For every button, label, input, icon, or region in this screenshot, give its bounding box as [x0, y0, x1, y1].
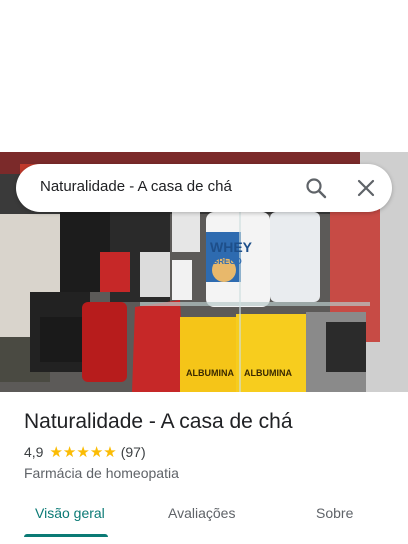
- star-rating: ★ ★ ★ ★ ★: [49, 445, 116, 460]
- tab-reviews[interactable]: Avaliações: [168, 505, 235, 521]
- close-icon[interactable]: [354, 176, 378, 200]
- product-label-albumina-2: ALBUMINA: [244, 368, 292, 378]
- product-label-albumina-1: ALBUMINA: [186, 368, 234, 378]
- place-category[interactable]: Farmácia de homeopatia: [24, 465, 179, 481]
- rating-value: 4,9: [24, 444, 44, 460]
- product-label-whey: WHEY: [210, 239, 253, 255]
- star-icon: ★: [89, 443, 104, 461]
- search-input[interactable]: Naturalidade - A casa de chá: [40, 178, 232, 195]
- star-icon: ★: [76, 443, 90, 461]
- search-bar[interactable]: Naturalidade - A casa de chá: [16, 164, 392, 212]
- place-title: Naturalidade - A casa de chá: [24, 410, 293, 433]
- tab-bar: Visão geral Avaliações Sobre: [0, 498, 408, 538]
- active-tab-indicator: [24, 534, 108, 537]
- star-icon: ★: [49, 443, 63, 461]
- search-icon[interactable]: [304, 176, 328, 200]
- star-icon: ★: [62, 443, 77, 461]
- tab-overview[interactable]: Visão geral: [35, 505, 105, 521]
- product-label-grego: GREGO: [212, 257, 242, 266]
- star-icon: ★: [103, 443, 117, 461]
- review-count[interactable]: (97): [121, 444, 146, 460]
- rating-row[interactable]: 4,9 ★ ★ ★ ★ ★ (97): [24, 444, 146, 460]
- tab-about[interactable]: Sobre: [316, 505, 353, 521]
